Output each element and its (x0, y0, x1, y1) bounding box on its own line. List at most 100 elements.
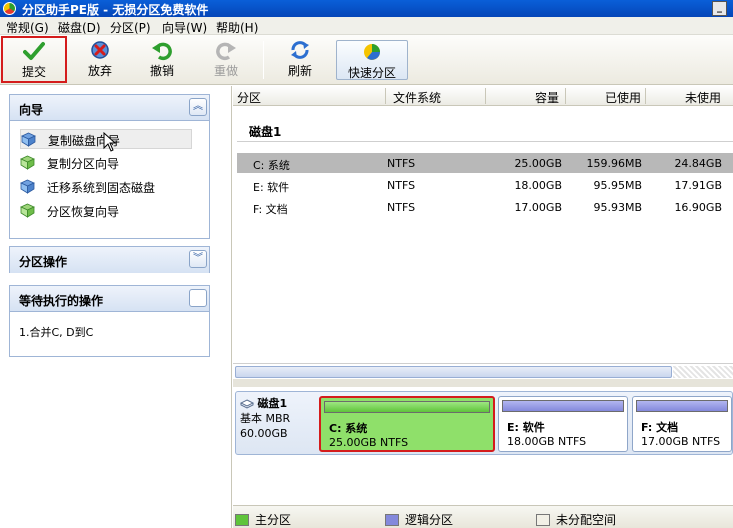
disk-group-label: 磁盘1 (249, 125, 282, 139)
submit-label: 提交 (21, 65, 46, 79)
checkmark-icon (23, 42, 45, 60)
pending-ops-header: 等待执行的操作 (10, 286, 209, 312)
partition-usage-bar (502, 400, 624, 412)
row-used: 159.96MB (586, 157, 642, 170)
col-partition[interactable]: 分区 (237, 89, 261, 106)
legend-swatch-unallocated (536, 514, 550, 526)
app-logo-icon (3, 2, 16, 15)
undo-button[interactable]: 撤销 (142, 37, 182, 83)
scrollbar-track[interactable] (673, 366, 733, 378)
partition-ops-title: 分区操作 (19, 255, 68, 269)
quick-partition-label: 快速分区 (347, 66, 396, 80)
partition-block-name: E: 软件 (507, 421, 545, 434)
disk-icon (240, 399, 254, 409)
horizontal-scrollbar[interactable] (233, 363, 733, 379)
left-panel: 向导 ︽ 复制磁盘向导 复制分区向导 迁移系统到固态磁盘 分区恢复向导 分区操作… (0, 86, 232, 528)
disk-map-type: 基本 MBR (240, 412, 291, 425)
copy-partition-icon (20, 155, 35, 170)
mouse-cursor-icon (103, 132, 117, 152)
row-filesystem: NTFS (387, 157, 416, 170)
disk-info[interactable]: 磁盘1 基本 MBR 60.00GB (240, 396, 316, 441)
pane-splitter[interactable] (233, 379, 733, 387)
migrate-os-icon (20, 179, 35, 194)
partition-ops-section: 分区操作 ︾ (9, 246, 210, 273)
col-divider (645, 88, 646, 104)
wizard-partition-recovery[interactable]: 分区恢复向导 (20, 201, 192, 221)
partition-block-info: 25.00GB NTFS (329, 436, 409, 449)
undo-icon (152, 42, 172, 61)
toolbar: 提交 放弃 撤销 重做 刷新 快速分区 (0, 35, 733, 85)
wizard-copy-partition-label: 复制分区向导 (47, 157, 120, 171)
col-filesystem[interactable]: 文件系统 (393, 89, 441, 106)
disk-map-size: 60.00GB (240, 427, 288, 440)
partition-block-info: 17.00GB NTFS (641, 435, 721, 448)
partition-block-f[interactable]: F: 文档 17.00GB NTFS (632, 396, 732, 452)
menu-disk[interactable]: 磁盘(D) (58, 19, 101, 36)
table-row[interactable]: C: 系统 NTFS 25.00GB 159.96MB 24.84GB (237, 153, 733, 173)
row-capacity: 25.00GB (514, 157, 562, 170)
title-bar: 分区助手PE版 - 无损分区免费软件 _ (0, 0, 733, 17)
legend-swatch-primary (235, 514, 249, 526)
partition-block-name: C: 系统 (329, 422, 368, 435)
window-title: 分区助手PE版 - 无损分区免费软件 (22, 3, 209, 17)
col-capacity[interactable]: 容量 (535, 89, 559, 106)
partition-block-e[interactable]: E: 软件 18.00GB NTFS (498, 396, 628, 452)
redo-button[interactable]: 重做 (206, 37, 246, 83)
scrollbar-thumb[interactable] (235, 366, 672, 378)
redo-label: 重做 (213, 64, 238, 78)
legend-swatch-logical (385, 514, 399, 526)
wizard-section-header[interactable]: 向导 ︽ (10, 95, 209, 121)
minimize-button[interactable]: _ (712, 1, 727, 16)
pending-collapse-button[interactable] (189, 289, 207, 307)
refresh-icon (291, 41, 309, 59)
copy-disk-icon (21, 132, 36, 147)
menu-partition[interactable]: 分区(P) (110, 19, 151, 36)
row-free: 17.91GB (674, 179, 722, 192)
menu-help[interactable]: 帮助(H) (216, 19, 258, 36)
refresh-label: 刷新 (287, 64, 312, 78)
menu-bar: 常规(G) 磁盘(D) 分区(P) 向导(W) 帮助(H) (0, 17, 733, 35)
pending-op-item: 1.合并C, D到C (19, 326, 94, 339)
wizard-copy-partition[interactable]: 复制分区向导 (20, 153, 192, 173)
col-used[interactable]: 已使用 (605, 89, 641, 106)
wizard-migrate-ssd[interactable]: 迁移系统到固态磁盘 (20, 177, 192, 197)
table-row[interactable]: E: 软件 NTFS 18.00GB 95.95MB 17.91GB (237, 175, 733, 195)
table-row[interactable]: F: 文档 NTFS 17.00GB 95.93MB 16.90GB (237, 197, 733, 217)
legend-primary-label: 主分区 (255, 513, 292, 527)
partition-ops-header[interactable]: 分区操作 ︾ (10, 247, 209, 273)
row-partition: C: 系统 (253, 159, 290, 172)
menu-general[interactable]: 常规(G) (6, 19, 49, 36)
row-used: 95.93MB (593, 201, 642, 214)
discard-button[interactable]: 放弃 (80, 37, 120, 83)
row-capacity: 17.00GB (514, 201, 562, 214)
redo-icon (216, 42, 236, 61)
disk-map-strip: 磁盘1 基本 MBR 60.00GB C: 系统 25.00GB NTFS E:… (235, 391, 733, 455)
row-free: 16.90GB (674, 201, 722, 214)
legend-unallocated-label: 未分配空间 (556, 513, 617, 527)
discard-label: 放弃 (87, 64, 112, 78)
col-divider (565, 88, 566, 104)
discard-icon (91, 41, 109, 59)
legend-primary: 主分区 (235, 511, 291, 528)
col-free[interactable]: 未使用 (685, 89, 721, 106)
toolbar-separator (263, 41, 264, 79)
wizard-section-title: 向导 (19, 103, 44, 117)
refresh-button[interactable]: 刷新 (280, 37, 320, 83)
undo-label: 撤销 (149, 64, 174, 78)
row-filesystem: NTFS (387, 179, 416, 192)
chevron-up-icon[interactable]: ︽ (189, 98, 207, 116)
chevron-down-icon[interactable]: ︾ (189, 250, 207, 268)
partition-block-info: 18.00GB NTFS (507, 435, 587, 448)
row-capacity: 18.00GB (514, 179, 562, 192)
legend-bar: 主分区 逻辑分区 未分配空间 (233, 505, 733, 528)
row-filesystem: NTFS (387, 201, 416, 214)
col-divider (485, 88, 486, 104)
partition-block-c[interactable]: C: 系统 25.00GB NTFS (319, 396, 495, 452)
quick-partition-button[interactable]: 快速分区 (336, 40, 408, 80)
row-partition: F: 文档 (253, 203, 288, 216)
disk-map-name: 磁盘1 (257, 397, 288, 410)
menu-wizard[interactable]: 向导(W) (162, 19, 207, 36)
submit-button[interactable]: 提交 (1, 36, 67, 83)
wizard-section: 向导 ︽ 复制磁盘向导 复制分区向导 迁移系统到固态磁盘 分区恢复向导 (9, 94, 210, 239)
partition-recovery-icon (20, 203, 35, 218)
